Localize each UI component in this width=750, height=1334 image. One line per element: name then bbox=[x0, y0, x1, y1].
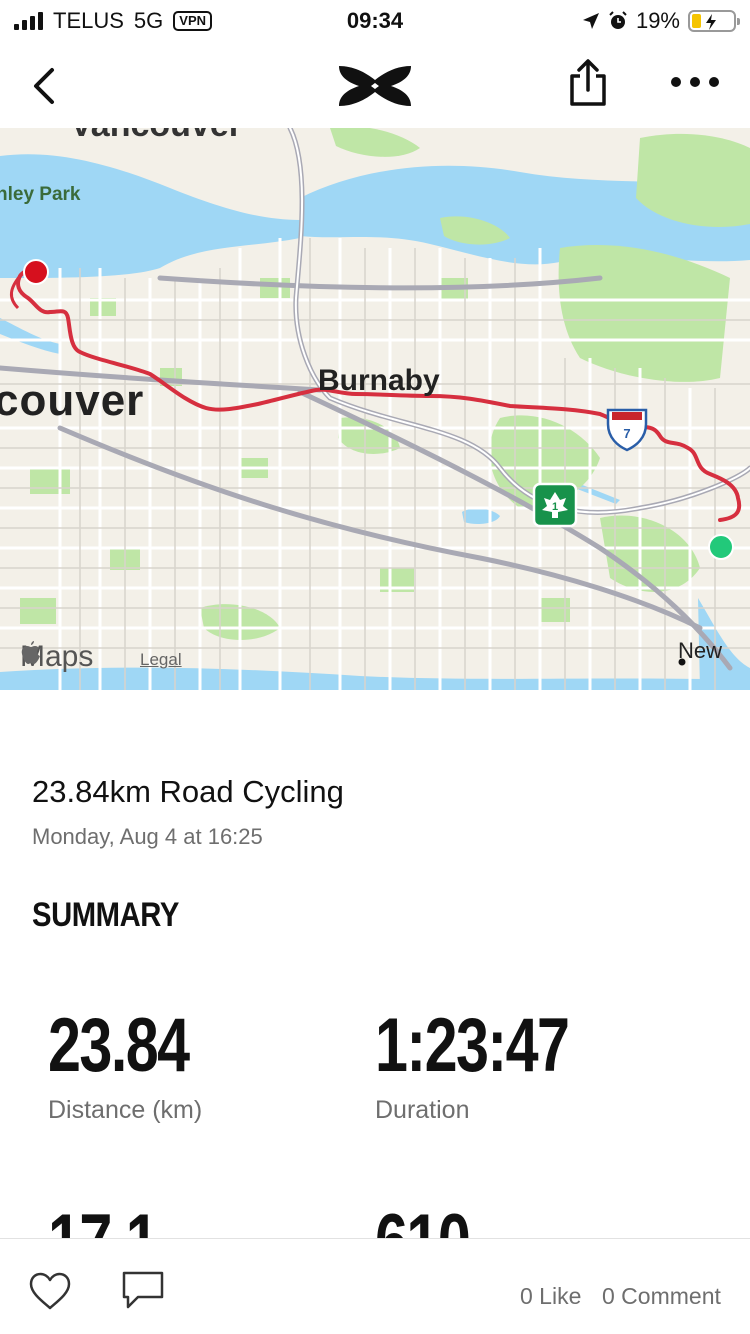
heart-icon[interactable] bbox=[28, 1271, 72, 1311]
duration-label: Duration bbox=[375, 1096, 470, 1124]
map-label-vancouver: couver bbox=[0, 376, 145, 425]
maps-brand: Maps bbox=[20, 640, 93, 674]
comments-count[interactable]: 0 Comment bbox=[602, 1283, 721, 1310]
location-arrow-icon bbox=[582, 13, 599, 29]
summary-heading: SUMMARY bbox=[32, 896, 179, 934]
map-label-new-westminster: New bbox=[678, 638, 723, 663]
share-icon[interactable] bbox=[566, 58, 610, 108]
maps-legal-link[interactable]: Legal bbox=[140, 650, 182, 670]
stats-row-partial: 17.1 610 bbox=[0, 1190, 750, 1239]
activity-date: Monday, Aug 4 at 16:25 bbox=[32, 824, 263, 849]
likes-count[interactable]: 0 Like bbox=[520, 1283, 581, 1310]
battery-percent: 19% bbox=[635, 8, 680, 33]
status-bar: TELUS 5G VPN 09:34 19% bbox=[0, 0, 750, 44]
hwy-7-shield: 7 bbox=[623, 426, 630, 441]
hwy-1-shield: 1 bbox=[552, 501, 558, 513]
calories-value: 610 bbox=[375, 1204, 471, 1239]
comment-icon[interactable] bbox=[120, 1269, 166, 1311]
map-label-stanley-park: nley Park bbox=[0, 184, 81, 205]
under-armour-logo bbox=[339, 66, 411, 106]
route-map[interactable]: 7 1 Vancouver nley Park couver Burnaby N… bbox=[0, 128, 750, 690]
duration-value: 1:23:47 bbox=[375, 1003, 570, 1088]
alarm-icon bbox=[609, 11, 627, 29]
bottom-action-bar: 0 Like 0 Comment bbox=[0, 1238, 750, 1334]
apple-icon bbox=[21, 641, 40, 664]
speed-value: 17.1 bbox=[48, 1204, 159, 1239]
distance-value: 23.84 bbox=[48, 1003, 190, 1088]
chevron-left-icon[interactable] bbox=[26, 66, 66, 106]
battery-icon bbox=[688, 10, 740, 32]
distance-label: Distance (km) bbox=[48, 1096, 203, 1124]
map-label-burnaby: Burnaby bbox=[318, 364, 440, 397]
activity-title: 23.84km Road Cycling bbox=[32, 774, 344, 809]
more-icon[interactable] bbox=[668, 70, 722, 94]
map-label-vancouver-top: Vancouver bbox=[70, 128, 242, 145]
status-right: 19% bbox=[582, 8, 740, 34]
nav-bar bbox=[0, 44, 750, 128]
